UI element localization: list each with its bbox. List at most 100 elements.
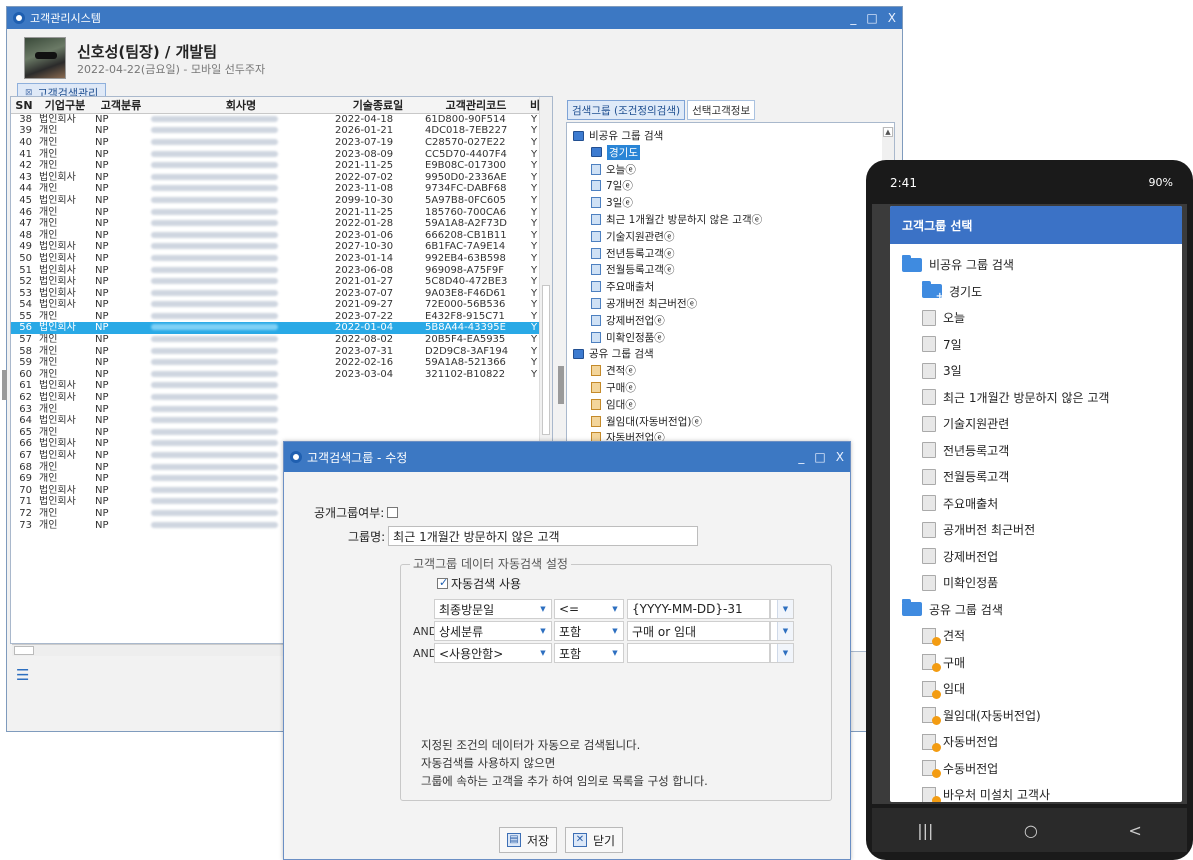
condition-value-dropdown-3[interactable]: ▼ [770, 643, 794, 663]
col-header-sn[interactable]: SN [11, 97, 37, 114]
tree-item[interactable]: 강제버전업ⓔ [591, 313, 665, 328]
minimize-button[interactable]: _ [850, 11, 856, 25]
list-view-icon[interactable]: ☰ [16, 666, 29, 684]
phone-group-item[interactable]: 임대 [922, 680, 965, 699]
tree-item[interactable]: 주요매출처 [591, 279, 654, 294]
condition-value-dropdown-1[interactable]: ▼ [770, 599, 794, 619]
tree-item[interactable]: 7일ⓔ [591, 178, 633, 193]
tree-item[interactable]: 임대ⓔ [591, 397, 636, 412]
maximize-button[interactable]: □ [866, 11, 877, 25]
table-row[interactable]: 57 개인 NP 2022-08-02 20B5F4-EA5935 Y [11, 334, 541, 346]
close-button[interactable]: X [836, 450, 844, 464]
recent-apps-button[interactable]: ||| [917, 821, 933, 840]
table-row[interactable]: 64 법인회사 NP [11, 415, 541, 427]
table-row[interactable]: 40 개인 NP 2023-07-19 C28570-027E22 Y [11, 137, 541, 149]
tree-item[interactable]: 전년등록고객ⓔ [591, 246, 674, 261]
phone-group-item[interactable]: 전월등록고객 [922, 468, 1009, 485]
col-header-end-date[interactable]: 기술종료일 [333, 97, 423, 114]
table-row[interactable]: 42 개인 NP 2021-11-25 E9B08C-017300 Y [11, 160, 541, 172]
tree-item[interactable]: 3일ⓔ [591, 195, 633, 210]
tree-item[interactable]: 오늘ⓔ [591, 162, 636, 177]
phone-group-item[interactable]: 3일 [922, 362, 962, 379]
maximize-button[interactable]: □ [814, 450, 825, 464]
table-row[interactable]: 63 개인 NP [11, 403, 541, 415]
condition-field-2[interactable]: 상세분류 ▼ [434, 621, 552, 641]
tree-item[interactable]: 구매ⓔ [591, 380, 636, 395]
save-button[interactable]: ▤ 저장 [499, 827, 558, 853]
table-row[interactable]: 54 법인회사 NP 2021-09-27 72E000-56B536 Y [11, 299, 541, 311]
table-row[interactable]: 45 법인회사 NP 2099-10-30 5A97B8-0FC605 Y [11, 195, 541, 207]
table-row[interactable]: 51 법인회사 NP 2023-06-08 969098-A75F9F Y [11, 264, 541, 276]
auto-search-checkbox[interactable] [437, 576, 448, 589]
table-row[interactable]: 59 개인 NP 2022-02-16 59A1A8-521366 Y [11, 357, 541, 369]
table-row[interactable]: 58 개인 NP 2023-07-31 D2D9C8-3AF194 Y [11, 345, 541, 357]
table-row[interactable]: 46 개인 NP 2021-11-25 185760-700CA6 Y [11, 206, 541, 218]
tree-item[interactable]: 최근 1개월간 방문하지 않은 고객ⓔ [591, 212, 762, 227]
tree-item[interactable]: 견적ⓔ [591, 363, 636, 378]
phone-group-header[interactable]: 공유 그룹 검색 [902, 599, 1003, 618]
minimize-button[interactable]: _ [798, 450, 804, 464]
tree-group-header[interactable]: 공유 그룹 검색 [573, 346, 654, 361]
phone-group-item[interactable]: 구매 [922, 654, 965, 672]
phone-group-item[interactable]: 7일 [922, 336, 962, 353]
group-name-input[interactable]: 최근 1개월간 방문하지 않은 고객 [388, 526, 699, 546]
phone-group-item[interactable]: 수동버전업 [922, 760, 998, 778]
col-header-type[interactable]: 기업구분 [37, 97, 93, 114]
phone-group-item[interactable]: 바우처 미설치 고객사 [922, 786, 1050, 802]
table-row[interactable]: 55 개인 NP 2023-07-22 E432F8-915C71 Y [11, 311, 541, 323]
table-row[interactable]: 62 법인회사 NP [11, 392, 541, 404]
tab-search-group[interactable]: 검색그룹 (조건정의검색) [567, 100, 686, 120]
close-dialog-button[interactable]: ✕ 닫기 [565, 827, 624, 853]
condition-value-dropdown-2[interactable]: ▼ [770, 621, 794, 641]
phone-group-item[interactable]: 전년등록고객 [922, 442, 1009, 459]
table-row[interactable]: 60 개인 NP 2023-03-04 321102-B10822 Y [11, 369, 541, 381]
tree-item[interactable]: 월임대(자동버전업)ⓔ [591, 414, 702, 429]
condition-field-3[interactable]: <사용안함> ▼ [434, 643, 552, 663]
condition-value-2[interactable]: 구매 or 임대 [627, 621, 770, 641]
table-row[interactable]: 38 법인회사 NP 2022-04-18 61D800-90F514 Y [11, 114, 541, 126]
table-row[interactable]: 39 개인 NP 2026-01-21 4DC018-7EB227 Y [11, 125, 541, 137]
scroll-up-icon[interactable]: ▲ [883, 127, 893, 137]
back-button[interactable]: < [1128, 821, 1141, 840]
condition-op-2[interactable]: 포함 ▼ [554, 621, 624, 641]
phone-group-item[interactable]: 공개버전 최근버전 [922, 521, 1035, 538]
col-header-company[interactable]: 회사명 [149, 97, 333, 114]
col-header-class[interactable]: 고객분류 [93, 97, 149, 114]
condition-field-1[interactable]: 최종방문일 ▼ [434, 599, 552, 619]
table-row[interactable]: 61 법인회사 NP [11, 380, 541, 392]
table-row[interactable]: 47 개인 NP 2022-01-28 59A1A8-A2F73D Y [11, 218, 541, 230]
condition-op-1[interactable]: <= ▼ [554, 599, 624, 619]
phone-group-item[interactable]: 월임대(자동버전업) [922, 707, 1041, 725]
phone-group-item[interactable]: 주요매출처 [922, 495, 998, 512]
public-group-checkbox[interactable] [387, 507, 399, 518]
table-row[interactable]: 43 법인회사 NP 2022-07-02 9950D0-2336AE Y [11, 171, 541, 183]
phone-group-item[interactable]: 강제버전업 [922, 548, 998, 565]
scroll-thumb[interactable] [542, 285, 550, 435]
phone-group-item[interactable]: 견적 [922, 627, 965, 646]
scroll-thumb[interactable] [14, 646, 34, 655]
condition-op-3[interactable]: 포함 ▼ [554, 643, 624, 663]
tree-item[interactable]: 전월등록고객ⓔ [591, 262, 674, 277]
phone-group-item[interactable]: 자동버전업 [922, 733, 998, 752]
phone-group-item[interactable]: 최근 1개월간 방문하지 않은 고객 [922, 389, 1109, 406]
tab-selected-customer[interactable]: 선택고객정보 [687, 100, 756, 120]
table-row[interactable]: 65 개인 NP [11, 427, 541, 439]
condition-value-1[interactable]: {YYYY-MM-DD}-31 [627, 599, 770, 619]
table-row[interactable]: 49 법인회사 NP 2027-10-30 6B1FAC-7A9E14 Y [11, 241, 541, 253]
phone-group-item[interactable]: 미확인정품 [922, 574, 998, 591]
tree-item[interactable]: 미확인정품ⓔ [591, 330, 665, 345]
phone-group-item[interactable]: 경기도 [922, 281, 982, 302]
table-row[interactable]: 44 개인 NP 2023-11-08 9734FC-DABF68 Y [11, 183, 541, 195]
tree-group-header[interactable]: 비공유 그룹 검색 [573, 128, 663, 143]
tree-item[interactable]: 공개버전 최근버전ⓔ [591, 296, 697, 311]
table-row[interactable]: 52 법인회사 NP 2021-01-27 5C8D40-472BE3 Y [11, 276, 541, 288]
table-row[interactable]: 50 법인회사 NP 2023-01-14 992EB4-63B598 Y [11, 253, 541, 265]
phone-group-item[interactable]: 오늘 [922, 309, 965, 326]
home-button[interactable]: ○ [1024, 821, 1038, 840]
condition-value-3[interactable] [627, 643, 770, 663]
tree-item[interactable]: 경기도 [591, 144, 640, 160]
table-row[interactable]: 48 개인 NP 2023-01-06 666208-CB1B11 Y [11, 229, 541, 241]
close-button[interactable]: X [888, 11, 896, 25]
table-row[interactable]: 53 법인회사 NP 2023-07-07 9A03E8-F46D61 Y [11, 287, 541, 299]
tree-item[interactable]: 기술지원관련ⓔ [591, 229, 674, 244]
